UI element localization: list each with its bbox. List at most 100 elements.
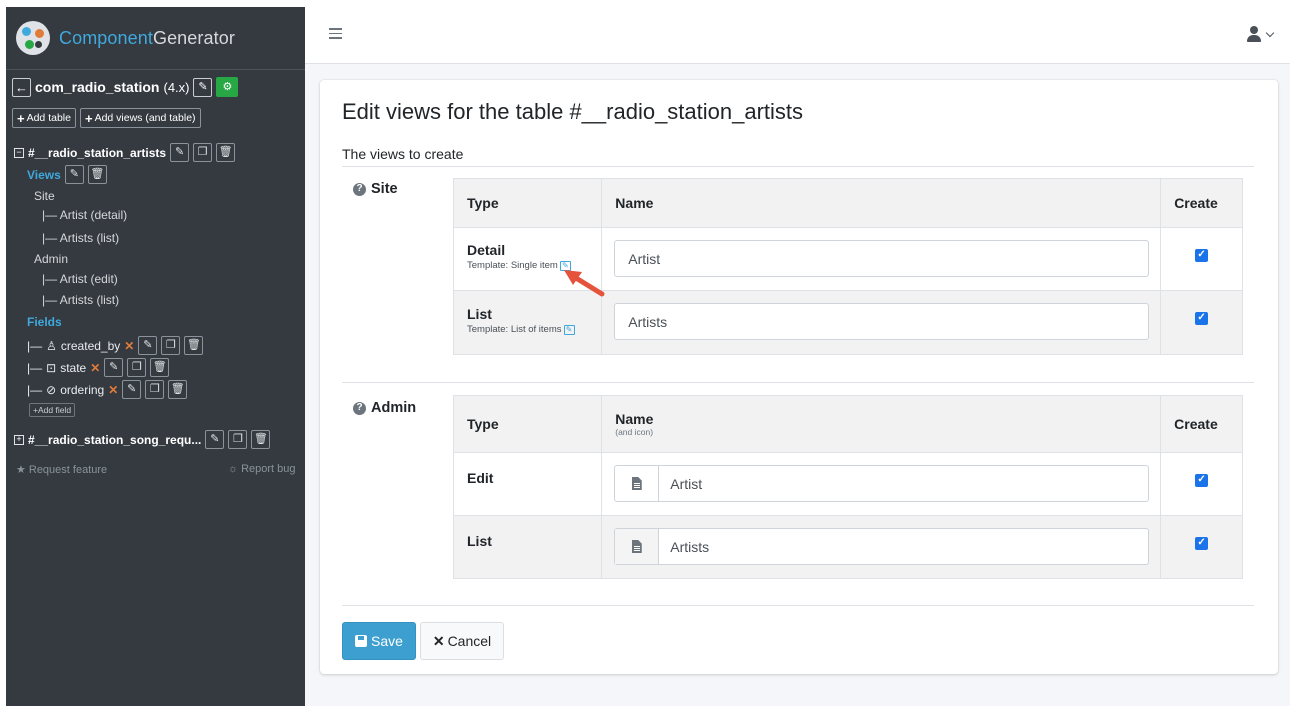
joomla-icon: ✕ xyxy=(124,338,135,353)
copy-icon[interactable]: ❐ xyxy=(145,380,165,399)
top-navbar xyxy=(305,7,1290,64)
page-title: Edit views for the table #__radio_statio… xyxy=(342,99,804,124)
edit-template-icon[interactable]: ✎ xyxy=(563,324,575,335)
create-checkbox[interactable]: ✓ xyxy=(1195,536,1209,550)
views-subtitle: The views to create xyxy=(342,146,464,162)
edit-icon[interactable]: ✎ xyxy=(122,380,142,399)
view-name-input[interactable]: Artist xyxy=(659,466,702,501)
site-view-item[interactable]: |— Artist (detail) xyxy=(42,208,127,222)
view-type: Edit xyxy=(467,470,494,486)
admin-view-item[interactable]: |— Artists (list) xyxy=(42,293,119,307)
table-row: List Template: List of items ✎ Artists ✓ xyxy=(452,290,1243,355)
copy-icon[interactable]: ❐ xyxy=(161,336,181,355)
table-row-artists: − #__radio_station_artists ✎ ❐ 🗑 xyxy=(14,143,236,162)
edit-icon[interactable]: ✎ xyxy=(64,165,84,184)
trash-icon[interactable]: 🗑 xyxy=(216,143,236,162)
edit-icon[interactable]: ✎ xyxy=(138,336,158,355)
icon-picker-button[interactable] xyxy=(615,529,660,564)
add-field-row: +Add field xyxy=(29,403,76,417)
admin-view-item[interactable]: |— Artist (edit) xyxy=(42,272,118,286)
type-header: Type xyxy=(452,395,603,453)
request-feature-link[interactable]: ★ Request feature xyxy=(16,463,107,477)
create-header: Create xyxy=(1160,178,1243,228)
table-name[interactable]: #__radio_station_artists xyxy=(28,146,166,160)
brand-logo-icon xyxy=(16,21,50,55)
bug-icon: ☼ xyxy=(228,463,239,475)
create-checkbox[interactable]: ✓ xyxy=(1195,473,1209,487)
file-icon xyxy=(631,477,642,490)
divider xyxy=(342,382,1254,383)
name-header-sub: (and icon) xyxy=(615,427,654,437)
edit-icon[interactable]: ✎ xyxy=(205,430,225,449)
site-view-item[interactable]: |— Artists (list) xyxy=(42,231,119,245)
help-icon[interactable]: ? xyxy=(353,182,366,196)
back-arrow-icon[interactable]: ← xyxy=(12,77,31,97)
field-row: |— ⊘ ordering ✕ ✎ ❐ 🗑 xyxy=(27,380,188,399)
collapse-icon[interactable]: − xyxy=(14,147,24,158)
joomla-icon: ✕ xyxy=(90,360,101,375)
add-views-button[interactable]: + Add views (and table) xyxy=(79,108,201,128)
plus-icon: + xyxy=(17,110,25,126)
admin-views-table: Type Name (and icon) Create Edit Artist … xyxy=(452,395,1243,579)
cancel-button[interactable]: ✕ Cancel xyxy=(420,622,504,660)
table-row-song-requests: + #__radio_station_song_requ... ✎ ❐ 🗑 xyxy=(14,430,271,449)
add-field-button[interactable]: +Add field xyxy=(29,403,76,417)
field-name[interactable]: created_by xyxy=(61,339,120,353)
help-icon[interactable]: ? xyxy=(353,401,366,415)
views-row: Views ✎ 🗑 xyxy=(27,165,107,184)
trash-icon[interactable]: 🗑 xyxy=(184,336,204,355)
hamburger-menu-icon[interactable] xyxy=(329,28,342,42)
view-name-input[interactable]: Artist xyxy=(614,240,1150,277)
edit-views-card xyxy=(320,80,1278,674)
add-table-button[interactable]: + Add table xyxy=(12,108,76,128)
edit-icon[interactable]: ✎ xyxy=(104,358,124,377)
project-row: ← com_radio_station (4.x) ✎ ⚙ xyxy=(12,77,239,97)
chevron-down-icon xyxy=(1265,28,1275,37)
view-name-input[interactable]: Artists xyxy=(614,303,1150,340)
copy-icon[interactable]: ❐ xyxy=(193,143,213,162)
view-type: Detail xyxy=(467,242,506,258)
trash-icon[interactable]: 🗑 xyxy=(87,165,107,184)
user-plus-icon: ♙ xyxy=(46,338,57,353)
table-row: Edit Artist ✓ xyxy=(452,452,1243,516)
view-type: List xyxy=(467,533,492,549)
save-button[interactable]: Save xyxy=(342,622,416,660)
divider xyxy=(342,166,1254,167)
pointer-arrow-icon xyxy=(564,270,605,297)
expand-icon[interactable]: + xyxy=(14,434,24,445)
type-header: Type xyxy=(452,178,603,228)
generate-gear-icon[interactable]: ⚙ xyxy=(216,77,239,97)
view-name-input-group: Artist xyxy=(614,465,1150,502)
icon-picker-button[interactable] xyxy=(615,466,660,501)
field-name[interactable]: ordering xyxy=(60,383,104,397)
field-row: |— ⊡ state ✕ ✎ ❐ 🗑 xyxy=(27,358,170,377)
trash-icon[interactable]: 🗑 xyxy=(168,380,188,399)
brand-name: ComponentGenerator xyxy=(59,27,235,48)
star-icon: ★ xyxy=(16,464,26,476)
brand[interactable]: ComponentGenerator xyxy=(6,7,305,70)
create-header: Create xyxy=(1160,395,1243,453)
views-label[interactable]: Views xyxy=(27,168,61,182)
template-label: Template: List of items ✎ xyxy=(467,324,601,335)
project-name: com_radio_station xyxy=(35,79,160,95)
view-name-input-group: Artists xyxy=(614,528,1150,565)
table-name[interactable]: #__radio_station_song_requ... xyxy=(28,433,201,447)
report-bug-link[interactable]: ☼ Report bug xyxy=(228,463,296,475)
user-menu[interactable] xyxy=(1247,26,1275,42)
fields-label-row: Fields xyxy=(27,315,62,329)
site-label: Site xyxy=(34,189,55,203)
admin-group-label: ? Admin xyxy=(353,400,416,416)
edit-project-icon[interactable]: ✎ xyxy=(193,77,213,97)
create-checkbox[interactable]: ✓ xyxy=(1195,248,1209,262)
edit-icon[interactable]: ✎ xyxy=(170,143,190,162)
trash-icon[interactable]: 🗑 xyxy=(150,358,170,377)
create-checkbox[interactable]: ✓ xyxy=(1195,311,1209,325)
view-name-input[interactable]: Artists xyxy=(659,529,709,564)
site-group-label: ? Site xyxy=(353,181,398,197)
copy-icon[interactable]: ❐ xyxy=(228,430,248,449)
field-name[interactable]: state xyxy=(60,361,86,375)
copy-icon[interactable]: ❐ xyxy=(127,358,147,377)
fields-label[interactable]: Fields xyxy=(27,315,62,329)
plus-icon: + xyxy=(84,110,93,126)
trash-icon[interactable]: 🗑 xyxy=(251,430,271,449)
